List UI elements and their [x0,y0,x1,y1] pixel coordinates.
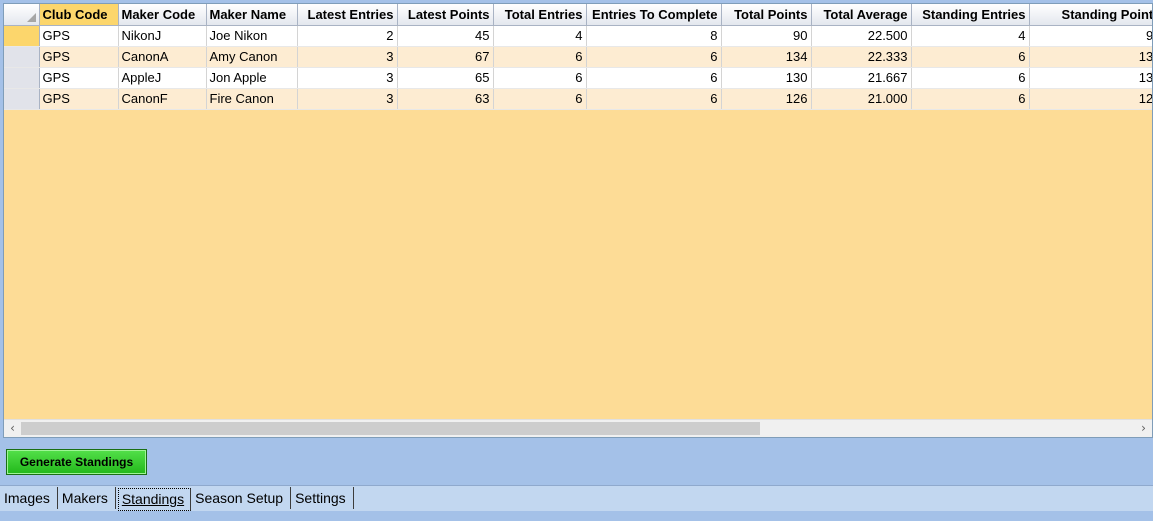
cell-total-points[interactable]: 130 [721,67,812,89]
cell-maker-code[interactable]: NikonJ [118,25,207,47]
cell-entries-to-complete[interactable]: 6 [586,88,722,110]
tab-season-setup[interactable]: Season Setup [191,487,292,509]
cell-latest-entries[interactable]: 2 [297,25,398,47]
column-header-club-code[interactable]: Club Code [39,4,119,26]
cell-standing-entries[interactable]: 6 [911,46,1030,68]
cell-latest-entries[interactable]: 3 [297,67,398,89]
column-header-latest-points[interactable]: Latest Points [397,4,494,26]
cell-total-points[interactable]: 134 [721,46,812,68]
cell-total-average[interactable]: 22.500 [811,25,912,47]
cell-maker-code[interactable]: CanonA [118,46,207,68]
cell-standing-entries[interactable]: 6 [911,67,1030,89]
cell-maker-name[interactable]: Jon Apple [206,67,298,89]
select-all-triangle-icon [26,12,36,22]
cell-latest-entries[interactable]: 3 [297,46,398,68]
cell-maker-name[interactable]: Joe Nikon [206,25,298,47]
row-selector[interactable] [4,46,40,68]
cell-club-code[interactable]: GPS [39,88,119,110]
scrollbar-thumb[interactable] [21,422,760,435]
cell-entries-to-complete[interactable]: 6 [586,67,722,89]
scroll-right-icon[interactable]: › [1135,420,1152,437]
tab-settings[interactable]: Settings [291,487,354,509]
cell-latest-points[interactable]: 45 [397,25,494,47]
cell-latest-points[interactable]: 65 [397,67,494,89]
cell-latest-points[interactable]: 63 [397,88,494,110]
column-header-standing-entries[interactable]: Standing Entries [911,4,1030,26]
column-header-entries-to-complete[interactable]: Entries To Complete [586,4,722,26]
column-header-latest-entries[interactable]: Latest Entries [297,4,398,26]
table-row[interactable]: GPS CanonA Amy Canon 3 67 6 6 134 22.333… [4,46,1152,68]
tab-images[interactable]: Images [0,487,58,509]
cell-maker-code[interactable]: CanonF [118,88,207,110]
cell-club-code[interactable]: GPS [39,67,119,89]
cell-club-code[interactable]: GPS [39,46,119,68]
row-selector[interactable] [4,25,40,47]
cell-total-average[interactable]: 21.000 [811,88,912,110]
cell-club-code[interactable]: GPS [39,25,119,47]
header-row: Club Code Maker Code Maker Name Latest E… [4,4,1152,26]
table-row[interactable]: GPS NikonJ Joe Nikon 2 45 4 8 90 22.500 … [4,25,1152,47]
cell-total-entries[interactable]: 4 [493,25,587,47]
cell-total-entries[interactable]: 6 [493,46,587,68]
cell-standing-entries[interactable]: 4 [911,25,1030,47]
tab-strip: Images Makers Standings Season Setup Set… [0,485,1153,511]
column-header-total-entries[interactable]: Total Entries [493,4,587,26]
cell-total-points[interactable]: 90 [721,25,812,47]
cell-standing-points[interactable]: 134 [1029,46,1152,68]
cell-maker-code[interactable]: AppleJ [118,67,207,89]
cell-total-average[interactable]: 21.667 [811,67,912,89]
row-selector[interactable] [4,67,40,89]
tab-list: Images Makers Standings Season Setup Set… [0,486,1153,511]
tab-standings[interactable]: Standings [117,488,192,511]
scroll-left-icon[interactable]: ‹ [4,420,21,437]
table-row[interactable]: GPS AppleJ Jon Apple 3 65 6 6 130 21.667… [4,67,1152,89]
cell-entries-to-complete[interactable]: 6 [586,46,722,68]
select-all-corner[interactable] [4,4,40,26]
cell-standing-points[interactable]: 90 [1029,25,1152,47]
cell-maker-name[interactable]: Fire Canon [206,88,298,110]
column-header-standing-points[interactable]: Standing Points [1029,4,1152,26]
cell-standing-points[interactable]: 126 [1029,88,1152,110]
cell-total-entries[interactable]: 6 [493,88,587,110]
table-row[interactable]: GPS CanonF Fire Canon 3 63 6 6 126 21.00… [4,88,1152,110]
cell-latest-entries[interactable]: 3 [297,88,398,110]
cell-standing-points[interactable]: 130 [1029,67,1152,89]
cell-total-average[interactable]: 22.333 [811,46,912,68]
column-header-maker-code[interactable]: Maker Code [118,4,207,26]
cell-standing-entries[interactable]: 6 [911,88,1030,110]
column-header-total-average[interactable]: Total Average [811,4,912,26]
horizontal-scrollbar[interactable]: ‹ › [4,419,1152,437]
standings-table: Club Code Maker Code Maker Name Latest E… [4,4,1152,110]
tab-makers[interactable]: Makers [58,487,116,509]
column-header-maker-name[interactable]: Maker Name [206,4,298,26]
row-selector[interactable] [4,88,40,110]
cell-maker-name[interactable]: Amy Canon [206,46,298,68]
column-header-total-points[interactable]: Total Points [721,4,812,26]
generate-standings-button[interactable]: Generate Standings [6,449,147,475]
cell-total-points[interactable]: 126 [721,88,812,110]
standings-grid[interactable]: Club Code Maker Code Maker Name Latest E… [3,3,1153,438]
cell-total-entries[interactable]: 6 [493,67,587,89]
cell-latest-points[interactable]: 67 [397,46,494,68]
cell-entries-to-complete[interactable]: 8 [586,25,722,47]
